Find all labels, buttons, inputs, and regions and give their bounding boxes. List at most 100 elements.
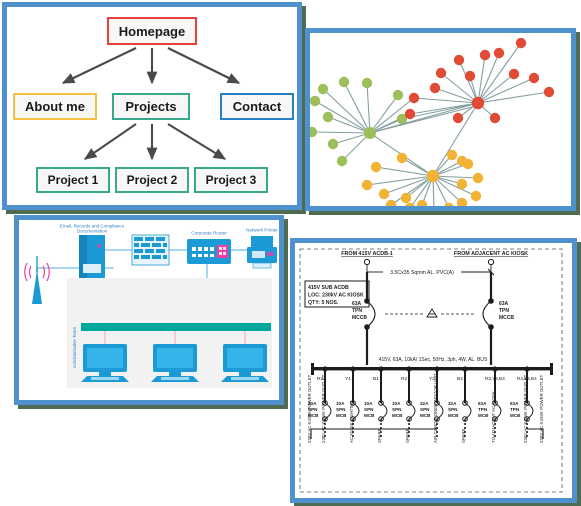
feeder-rating: 10A [392, 401, 401, 406]
graph-nodes-red [404, 37, 555, 124]
collector-runs [310, 428, 544, 439]
feeder-device: MCB [420, 413, 431, 418]
feeder-group-7: R3,Y3,B3 63A TPN MCB TO ADJACENT AC KIOS… [478, 366, 505, 443]
incomer-left-rating: 63A [352, 301, 362, 307]
spec-line-3: QTY: 5 NOS. [308, 300, 339, 306]
spec-line-1: 415V SUB ACDB [308, 285, 349, 291]
feeder-tag: B1 [373, 376, 379, 382]
feeder-group-8: R4,Y4,B4 63A TPN MCB 230V AC KIOSK POWER… [510, 366, 537, 443]
feeder-poles: SPN [392, 407, 402, 412]
feeder-group-5: Y2 32A SPN MCB AIR CONDITIONER INDOOR UN… [420, 366, 444, 443]
topology-panel: Administrative Team Email, Records and C… [14, 215, 284, 405]
feeder-poles: TPN [510, 407, 520, 412]
incomer-right-rating: 63A [499, 301, 509, 307]
collector-left-label: 230V AC KIOSK POWER OUTLET [307, 374, 312, 443]
sitemap-panel: Homepage About me Projects Contact Proje… [2, 2, 302, 210]
feeder-load: 230V AC KIOSK POWER OUTLET [321, 374, 326, 443]
source-right-terminal [487, 258, 495, 266]
sld-panel: FROM 415V ACDB-1 FROM ADJACENT AC KIOSK … [290, 238, 577, 503]
feeder-group-2: Y1 10A SPN MCB AC KIOSK LIGHTING [336, 366, 360, 443]
spec-line-2: LOC: 230kV AC KIOSK [308, 293, 364, 299]
corporate-router-label: Corporate Router [191, 231, 227, 236]
wireless-antenna-icon [24, 256, 50, 304]
feeder-device: MCB [364, 413, 375, 418]
feeder-poles: SPN [364, 407, 374, 412]
node-label: Project 3 [205, 173, 257, 187]
feeder-tag: B2 [457, 376, 463, 382]
source-left-label: FROM 415V ACDB-1 [341, 251, 393, 257]
incomer-right-device: MCCB [499, 315, 514, 321]
network-graph-panel [305, 28, 576, 211]
node-label: About me [25, 99, 85, 114]
feeder-device: MCB [510, 413, 521, 418]
workstation-3-icon [221, 344, 269, 382]
file-server-icon [79, 235, 105, 278]
feeder-tag: Y1 [345, 376, 351, 382]
collector-right-label: 230V AC KIOSK POWER OUTLET [539, 374, 544, 443]
cable-note: 3.5Cx35 Sqmm AL. PVC(A) [390, 270, 454, 276]
feeder-device: MCB [448, 413, 459, 418]
corporate-router-icon [187, 239, 231, 264]
node-label: Project 1 [47, 173, 99, 187]
busbar-note: 415V, 63A, 10kA/ 1Sec, 50Hz, 3ph, 4W, AL… [379, 357, 488, 363]
feeder-load: SPARE [377, 428, 382, 443]
feeder-rating: 63A [478, 401, 487, 406]
feeder-device: MCB [392, 413, 403, 418]
feeder-group-4: R2 10A SPN MCB SPARE [392, 366, 416, 443]
incomer-left-device: MCCB [352, 315, 367, 321]
feeder-rating: 32A [448, 401, 457, 406]
sitemap-node-project-1[interactable]: Project 1 [36, 167, 110, 193]
cluster-graph [310, 37, 555, 206]
admin-zone-label: Administrative Team [72, 327, 77, 368]
topology-diagram: Administrative Team Email, Records and C… [24, 224, 278, 388]
feeder-rating: 32A [420, 401, 429, 406]
incomer-right-poles: TPN [499, 308, 509, 314]
interlock-icon [426, 308, 438, 318]
feeder-device: MCB [336, 413, 347, 418]
source-right-label: FROM ADJACENT AC KIOSK [454, 251, 528, 257]
feeder-poles: SPN [336, 407, 346, 412]
incomer-left-breaker [364, 298, 376, 330]
node-label: Projects [125, 99, 177, 114]
incomer-risers [365, 272, 493, 365]
feeder-tag: R3,Y3,B3 [485, 376, 505, 381]
file-server-label-line2: Documentation [77, 229, 108, 234]
feeder-load: SPARE [405, 428, 410, 443]
node-label: Homepage [118, 23, 186, 39]
sitemap-node-project-3[interactable]: Project 3 [194, 167, 268, 193]
incomer-left-poles: TPN [352, 308, 362, 314]
graph-nodes-green [310, 76, 408, 167]
feeder-load: 230V AC KIOSK POWER OUTLET [523, 374, 528, 443]
source-left-terminal [363, 258, 371, 266]
single-line-diagram: FROM 415V ACDB-1 FROM ADJACENT AC KIOSK … [299, 248, 563, 493]
sitemap-node-contact[interactable]: Contact [220, 93, 294, 120]
feeder-device: MCB [478, 413, 489, 418]
feeder-load: SPARE [461, 428, 466, 443]
node-label: Contact [232, 99, 282, 114]
topology-canvas: Administrative Team Email, Records and C… [19, 220, 279, 400]
feeder-group-6: B2 32A SPN MCB SPARE [448, 366, 472, 443]
node-label: Project 2 [126, 173, 178, 187]
sitemap-node-projects[interactable]: Projects [112, 93, 190, 120]
sitemap-node-homepage[interactable]: Homepage [107, 17, 197, 45]
feeder-group-3: B1 10A SPN MCB SPARE [364, 366, 388, 443]
busbar [311, 363, 553, 375]
sitemap-node-project-2[interactable]: Project 2 [115, 167, 189, 193]
feeder-tag: R2 [401, 376, 407, 382]
feeder-rating: 63A [510, 401, 519, 406]
network-printer-label: Network Printer [246, 228, 278, 233]
feeder-rating: 10A [336, 401, 345, 406]
feeder-load: AC KIOSK LIGHTING [349, 400, 354, 443]
workstation-1-icon [81, 344, 129, 382]
feeder-load: TO ADJACENT AC KIOSK [491, 391, 496, 443]
sitemap-canvas: Homepage About me Projects Contact Proje… [7, 7, 297, 205]
switch-bus-icon [81, 323, 271, 331]
sld-canvas: FROM 415V ACDB-1 FROM ADJACENT AC KIOSK … [295, 243, 572, 498]
workstation-2-icon [151, 344, 199, 382]
feeder-poles: SPN [448, 407, 458, 412]
feeder-poles: SPN [420, 407, 430, 412]
sitemap-node-about-me[interactable]: About me [13, 93, 97, 120]
feeder-poles: TPN [478, 407, 488, 412]
network-graph-canvas [310, 33, 571, 206]
network-printer-icon [247, 236, 277, 269]
